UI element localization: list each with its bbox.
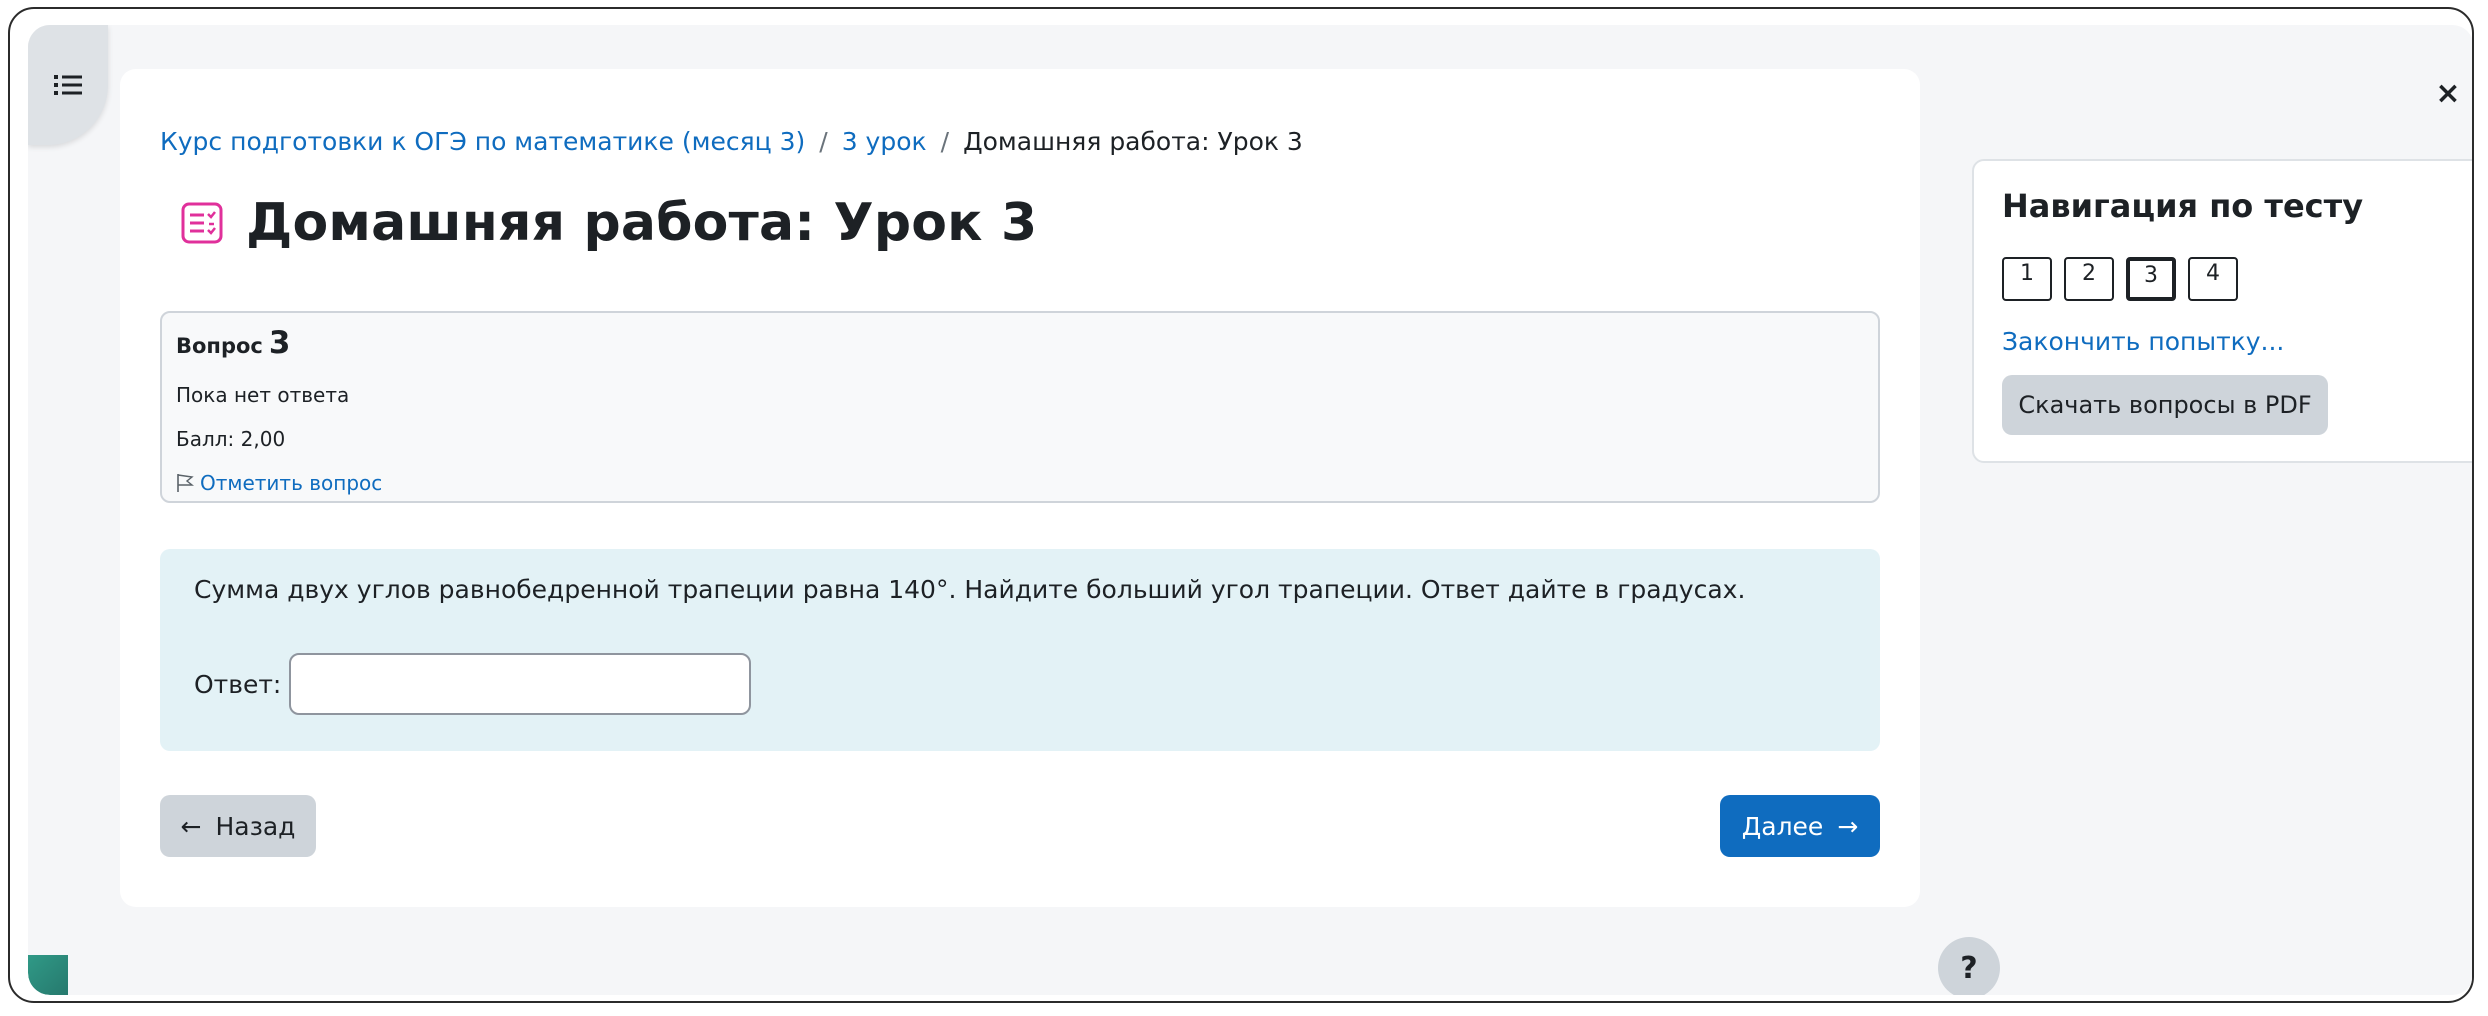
window-frame: Курс подготовки к ОГЭ по математике (мес… <box>8 7 2474 1003</box>
list-icon <box>54 75 82 95</box>
finish-attempt-link[interactable]: Закончить попытку... <box>2002 327 2284 356</box>
question-info: Вопрос 3 Пока нет ответа Балл: 2,00 Отме… <box>160 311 1880 503</box>
next-button-label: Далее <box>1741 811 1824 841</box>
answer-label: Ответ: <box>194 669 282 699</box>
back-button-label: Назад <box>215 811 296 841</box>
answer-input[interactable] <box>289 653 752 715</box>
flag-icon <box>177 474 194 492</box>
close-drawer-button[interactable]: × <box>2428 73 2468 113</box>
breadcrumb: Курс подготовки к ОГЭ по математике (мес… <box>160 127 1303 156</box>
breadcrumb-current: Домашняя работа: Урок 3 <box>963 127 1303 156</box>
question-label: Вопрос <box>176 334 263 358</box>
quiz-navigation-block: Навигация по тесту 1 2 3 4 Закончить поп… <box>1972 159 2472 463</box>
page-header: Домашняя работа: Урок 3 <box>180 193 1037 253</box>
question-text: Сумма двух углов равнобедренной трапеции… <box>194 575 1746 604</box>
page-background: Курс подготовки к ОГЭ по математике (мес… <box>28 25 2472 995</box>
course-index-toggle[interactable] <box>28 25 108 145</box>
quiz-nav-question-3[interactable]: 3 <box>2126 257 2176 301</box>
close-icon: × <box>2435 75 2461 111</box>
arrow-left-icon: ← <box>180 811 202 841</box>
question-mark-icon: ? <box>1960 950 1978 986</box>
help-button[interactable]: ? <box>1938 937 2000 995</box>
download-pdf-button[interactable]: Скачать вопросы в PDF <box>2002 375 2328 435</box>
breadcrumb-separator: / <box>819 127 828 156</box>
quiz-navigation-buttons: 1 2 3 4 <box>2002 257 2238 301</box>
quiz-nav-question-4[interactable]: 4 <box>2188 257 2238 301</box>
quiz-navigation-title: Навигация по тесту <box>2002 187 2364 225</box>
quiz-nav-question-1[interactable]: 1 <box>2002 257 2052 301</box>
back-button[interactable]: ← Назад <box>160 795 316 857</box>
main-content: Курс подготовки к ОГЭ по математике (мес… <box>120 69 2000 995</box>
question-status: Пока нет ответа <box>176 383 350 407</box>
arrow-right-icon: → <box>1837 811 1859 841</box>
flag-question-link[interactable]: Отметить вопрос <box>176 471 1864 495</box>
page-title: Домашняя работа: Урок 3 <box>246 193 1038 253</box>
answer-row: Ответ: <box>194 653 752 715</box>
question-number: Вопрос 3 <box>176 325 1864 361</box>
breadcrumb-course-link[interactable]: Курс подготовки к ОГЭ по математике (мес… <box>160 127 805 156</box>
question-number-value: 3 <box>268 325 291 361</box>
breadcrumb-separator: / <box>940 127 950 156</box>
next-button[interactable]: Далее → <box>1720 795 1880 857</box>
question-grade: Балл: 2,00 <box>176 427 286 451</box>
breadcrumb-lesson-link[interactable]: 3 урок <box>842 127 927 156</box>
quiz-nav-question-2[interactable]: 2 <box>2064 257 2114 301</box>
flag-question-label: Отметить вопрос <box>200 471 383 495</box>
quiz-icon <box>181 202 223 244</box>
question-content: Сумма двух углов равнобедренной трапеции… <box>160 549 1880 751</box>
